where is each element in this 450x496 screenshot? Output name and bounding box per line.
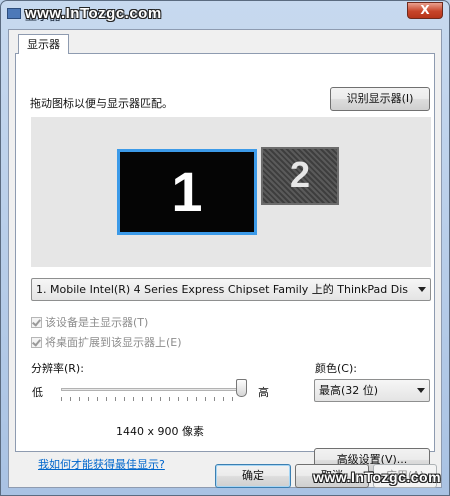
main-display-label: 该设备是主显示器(T): [45, 316, 149, 329]
display-icon: [7, 8, 21, 19]
color-label: 颜色(C):: [315, 362, 357, 375]
tab-display[interactable]: 显示器: [18, 34, 69, 54]
watermark-top: www.InTozgc.com: [25, 5, 162, 22]
extend-desktop-label: 将桌面扩展到该显示器上(E): [45, 336, 182, 349]
resolution-slider-track[interactable]: [61, 388, 241, 391]
resolution-low-label: 低: [32, 386, 43, 399]
watermark-bottom: www.InTozgc.com: [313, 469, 442, 485]
dialog-client-area: 显示器 拖动图标以便与显示器匹配。 识别显示器(I) 1 2 1. Mobile…: [8, 29, 442, 488]
monitor-1[interactable]: 1: [117, 149, 257, 235]
resolution-high-label: 高: [258, 386, 269, 399]
extend-desktop-checkbox[interactable]: 将桌面扩展到该显示器上(E): [31, 334, 182, 350]
main-display-checkbox[interactable]: 该设备是主显示器(T): [31, 314, 148, 330]
close-button[interactable]: X: [407, 2, 443, 19]
instruction-text: 拖动图标以便与显示器匹配。: [30, 97, 173, 110]
color-select-value: 最高(32 位): [319, 384, 379, 397]
help-link[interactable]: 我如何才能获得最佳显示?: [38, 456, 165, 472]
close-icon: X: [420, 3, 430, 17]
resolution-slider-ticks: [61, 397, 241, 401]
checkbox-icon: [31, 317, 42, 328]
checkbox-icon: [31, 337, 42, 348]
ok-button[interactable]: 确定: [215, 464, 291, 488]
monitor-arrangement-area: 1 2: [31, 117, 431, 267]
display-settings-window: 显示器 X 显示器 拖动图标以便与显示器匹配。 识别显示器(I) 1 2 1. …: [0, 0, 450, 496]
display-tab-panel: 拖动图标以便与显示器匹配。 识别显示器(I) 1 2 1. Mobile Int…: [15, 53, 435, 472]
monitor-2[interactable]: 2: [261, 147, 339, 205]
display-select-value: 1. Mobile Intel(R) 4 Series Express Chip…: [36, 283, 409, 296]
display-select[interactable]: 1. Mobile Intel(R) 4 Series Express Chip…: [31, 278, 431, 301]
identify-displays-button[interactable]: 识别显示器(I): [330, 87, 430, 111]
chevron-down-icon: [418, 287, 426, 292]
chevron-down-icon: [417, 388, 425, 393]
resolution-slider-thumb[interactable]: [235, 379, 247, 397]
resolution-value: 1440 x 900 像素: [116, 425, 204, 438]
color-select[interactable]: 最高(32 位): [314, 379, 430, 402]
resolution-label: 分辨率(R):: [31, 362, 84, 375]
